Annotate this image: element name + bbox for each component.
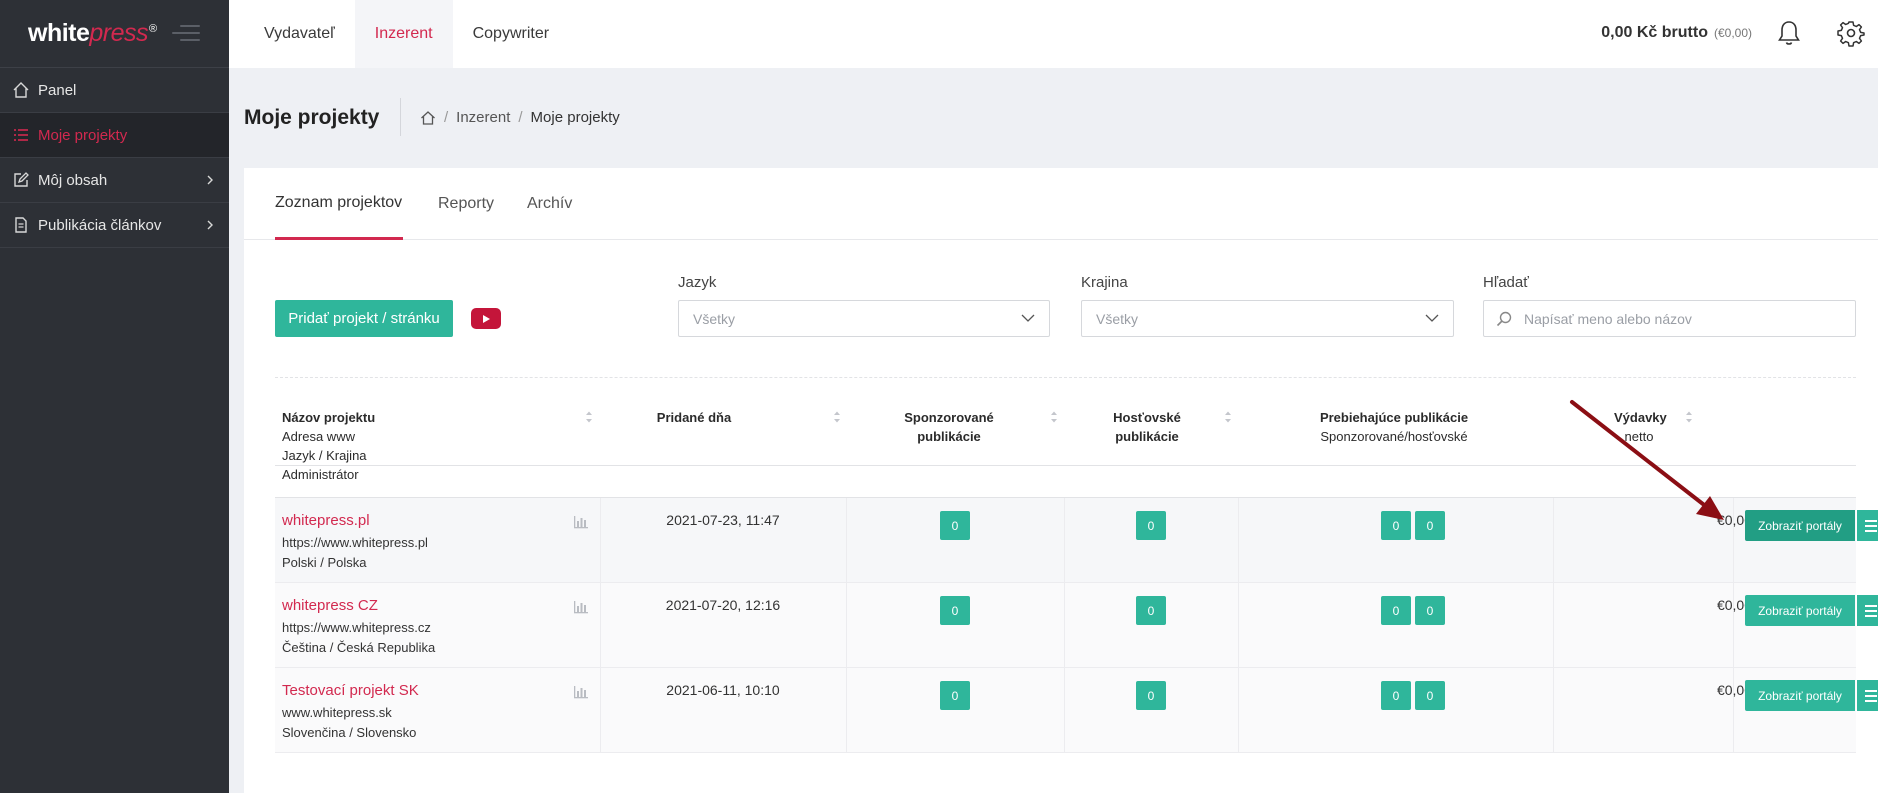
bar-chart-icon[interactable] [573, 685, 589, 699]
sidebar-item-panel[interactable]: Panel [0, 68, 229, 113]
spend-amount: €0,00 [1716, 682, 1752, 698]
sidebar-item-label: Publikácia článkov [38, 216, 162, 234]
show-portals-button[interactable]: Zobraziť portály [1745, 510, 1855, 541]
projects-table: Názov projektu Adresa www Jazyk / Krajin… [244, 168, 1878, 793]
tab-copywriter[interactable]: Copywriter [453, 0, 569, 68]
account-balance[interactable]: 0,00 Kč brutto (€0,00) [1601, 24, 1752, 42]
whitepress-logo[interactable]: whitepress® [28, 19, 157, 48]
logo-bar: whitepress® [0, 0, 229, 68]
sidebar-toggle-icon[interactable] [172, 25, 200, 43]
ongoing-guest-badge[interactable]: 0 [1415, 511, 1445, 540]
project-name-link[interactable]: Testovací projekt SK [282, 682, 419, 699]
row-menu-button[interactable] [1856, 510, 1878, 541]
guest-count-badge[interactable]: 0 [1136, 596, 1166, 625]
sponsored-count-badge[interactable]: 0 [940, 681, 970, 710]
breadcrumb-item-inzerent[interactable]: Inzerent [456, 109, 510, 126]
column-header-ongoing: Prebiehajúce publikácie Sponzorované/hos… [1319, 410, 1469, 444]
tab-vydavatel[interactable]: Vydavateľ [244, 0, 355, 68]
spend-amount: €0,00 [1716, 597, 1752, 613]
sidebar-item-publikacia-clankov[interactable]: Publikácia článkov [0, 203, 229, 248]
sidebar-item-moj-obsah[interactable]: Môj obsah [0, 158, 229, 203]
guest-count-badge[interactable]: 0 [1136, 511, 1166, 540]
bar-chart-icon[interactable] [573, 600, 589, 614]
sort-icon[interactable] [1685, 410, 1693, 424]
project-language: Polski / Polska [282, 555, 367, 570]
table-row: Testovací projekt SK www.whitepress.sk S… [275, 668, 1878, 753]
date-added: 2021-07-23, 11:47 [666, 512, 780, 528]
show-portals-button[interactable]: Zobraziť portály [1745, 595, 1855, 626]
sort-icon[interactable] [1050, 410, 1058, 424]
sidebar-item-label: Môj obsah [38, 171, 108, 189]
edit-icon [12, 171, 30, 189]
breadcrumb-separator: / [444, 109, 449, 126]
project-url: https://www.whitepress.cz [282, 620, 431, 635]
header-divider [400, 98, 401, 136]
sidebar-item-label: Moje projekty [38, 126, 128, 144]
sidebar-item-label: Panel [38, 81, 77, 99]
sponsored-count-badge[interactable]: 0 [940, 596, 970, 625]
row-menu-button[interactable] [1856, 680, 1878, 711]
project-language: Slovenčina / Slovensko [282, 725, 417, 740]
tab-inzerent[interactable]: Inzerent [354, 0, 453, 68]
ongoing-sponsored-badge[interactable]: 0 [1381, 681, 1411, 710]
date-added: 2021-06-11, 10:10 [666, 682, 780, 698]
breadcrumb-item-current: Moje projekty [530, 109, 620, 126]
column-header-sponsored[interactable]: Sponzorované publikácie [869, 408, 1029, 446]
column-header-guest[interactable]: Hosťovské publikácie [1067, 408, 1227, 446]
page-title: Moje projekty [244, 106, 380, 129]
ongoing-sponsored-badge[interactable]: 0 [1381, 596, 1411, 625]
row-menu-button[interactable] [1856, 595, 1878, 626]
table-row: whitepress.pl https://www.whitepress.pl … [275, 498, 1878, 583]
column-header-spend[interactable]: Výdavky netto [1614, 408, 1667, 446]
project-name-link[interactable]: whitepress.pl [282, 512, 370, 529]
date-added: 2021-07-20, 12:16 [665, 597, 781, 613]
topbar: Vydavateľ Inzerent Copywriter 0,00 Kč br… [229, 0, 1878, 68]
column-header-name[interactable]: Názov projektu Adresa www Jazyk / Krajin… [282, 408, 375, 484]
project-url: https://www.whitepress.pl [282, 535, 428, 550]
project-url: www.whitepress.sk [282, 705, 392, 720]
sort-icon[interactable] [585, 410, 593, 424]
ongoing-sponsored-badge[interactable]: 0 [1381, 511, 1411, 540]
bar-chart-icon[interactable] [573, 515, 589, 529]
guest-count-badge[interactable]: 0 [1136, 681, 1166, 710]
bell-icon[interactable] [1776, 19, 1802, 47]
sidebar-item-moje-projekty[interactable]: Moje projekty [0, 113, 229, 158]
table-row: whitepress CZ https://www.whitepress.cz … [275, 583, 1878, 668]
spend-amount: €0,00 [1716, 512, 1752, 528]
breadcrumb-separator: / [518, 109, 523, 126]
sponsored-count-badge[interactable]: 0 [940, 511, 970, 540]
project-name-link[interactable]: whitepress CZ [282, 597, 378, 614]
document-icon [12, 216, 30, 234]
home-icon [12, 81, 30, 99]
ongoing-guest-badge[interactable]: 0 [1415, 596, 1445, 625]
column-header-date[interactable]: Pridané dňa [614, 408, 774, 427]
chevron-right-icon [207, 220, 213, 230]
sidebar: whitepress® Panel Moje projekty Môj obsa… [0, 0, 229, 793]
sort-icon[interactable] [1224, 410, 1232, 424]
list-icon [12, 126, 30, 144]
sort-icon[interactable] [833, 410, 841, 424]
project-language: Čeština / Česká Republika [282, 640, 436, 655]
show-portals-button[interactable]: Zobraziť portály [1745, 680, 1855, 711]
gear-icon[interactable] [1837, 19, 1865, 47]
ongoing-guest-badge[interactable]: 0 [1415, 681, 1445, 710]
chevron-right-icon [207, 175, 213, 185]
home-icon[interactable] [420, 110, 436, 126]
breadcrumb: / Inzerent / Moje projekty [420, 109, 620, 126]
